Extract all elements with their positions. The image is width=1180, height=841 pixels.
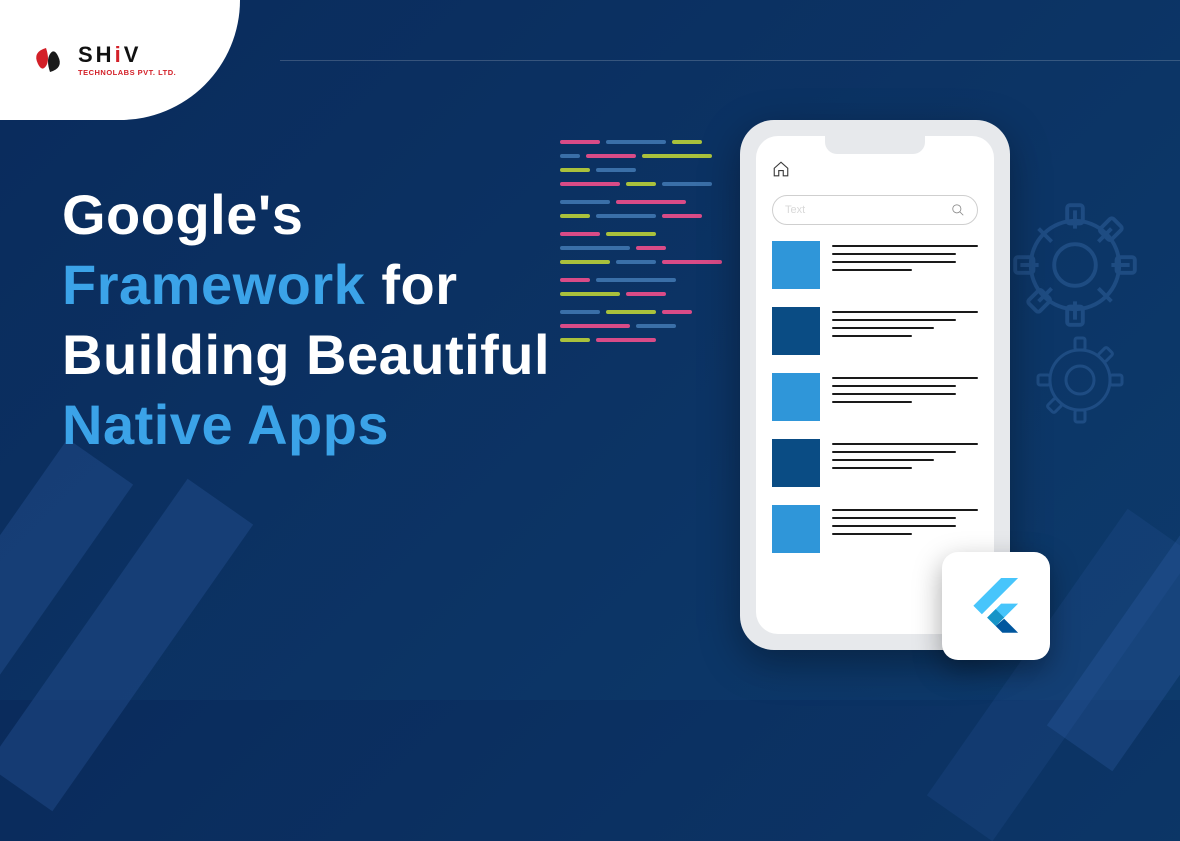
- list-item: [772, 307, 978, 355]
- headline-line-1: Google's: [62, 180, 550, 250]
- list-item: [772, 241, 978, 289]
- brand-logo: SHiV TECHNOLABS PVT. LTD.: [0, 0, 240, 120]
- list-text: [832, 505, 978, 535]
- headline-line-4: Native Apps: [62, 390, 550, 460]
- list-item: [772, 505, 978, 553]
- gear-icon: [1030, 330, 1130, 435]
- list-tile: [772, 505, 820, 553]
- brand-name: SHiV: [78, 44, 176, 66]
- list-item: [772, 373, 978, 421]
- flutter-logo-badge: [942, 552, 1050, 660]
- list-tile: [772, 439, 820, 487]
- search-icon: [951, 203, 965, 217]
- divider: [280, 60, 1180, 61]
- search-placeholder: Text: [785, 204, 805, 216]
- page-title: Google's Framework for Building Beautifu…: [62, 180, 550, 460]
- list-tile: [772, 241, 820, 289]
- code-decoration: [560, 140, 722, 352]
- phone-notch: [825, 136, 925, 154]
- list-item: [772, 439, 978, 487]
- phone-mockup: Text: [740, 120, 1010, 650]
- brand-tagline: TECHNOLABS PVT. LTD.: [78, 68, 176, 77]
- list-text: [832, 373, 978, 403]
- headline-line-2: Framework for: [62, 250, 550, 320]
- search-input: Text: [772, 195, 978, 225]
- headline-line-3: Building Beautiful: [62, 320, 550, 390]
- brand-logo-mark: [28, 40, 68, 80]
- gear-icon: [1010, 200, 1140, 335]
- list-text: [832, 241, 978, 271]
- list-text: [832, 439, 978, 469]
- home-icon: [772, 160, 978, 183]
- list-tile: [772, 373, 820, 421]
- flutter-logo-icon: [968, 578, 1024, 634]
- list-tile: [772, 307, 820, 355]
- list-text: [832, 307, 978, 337]
